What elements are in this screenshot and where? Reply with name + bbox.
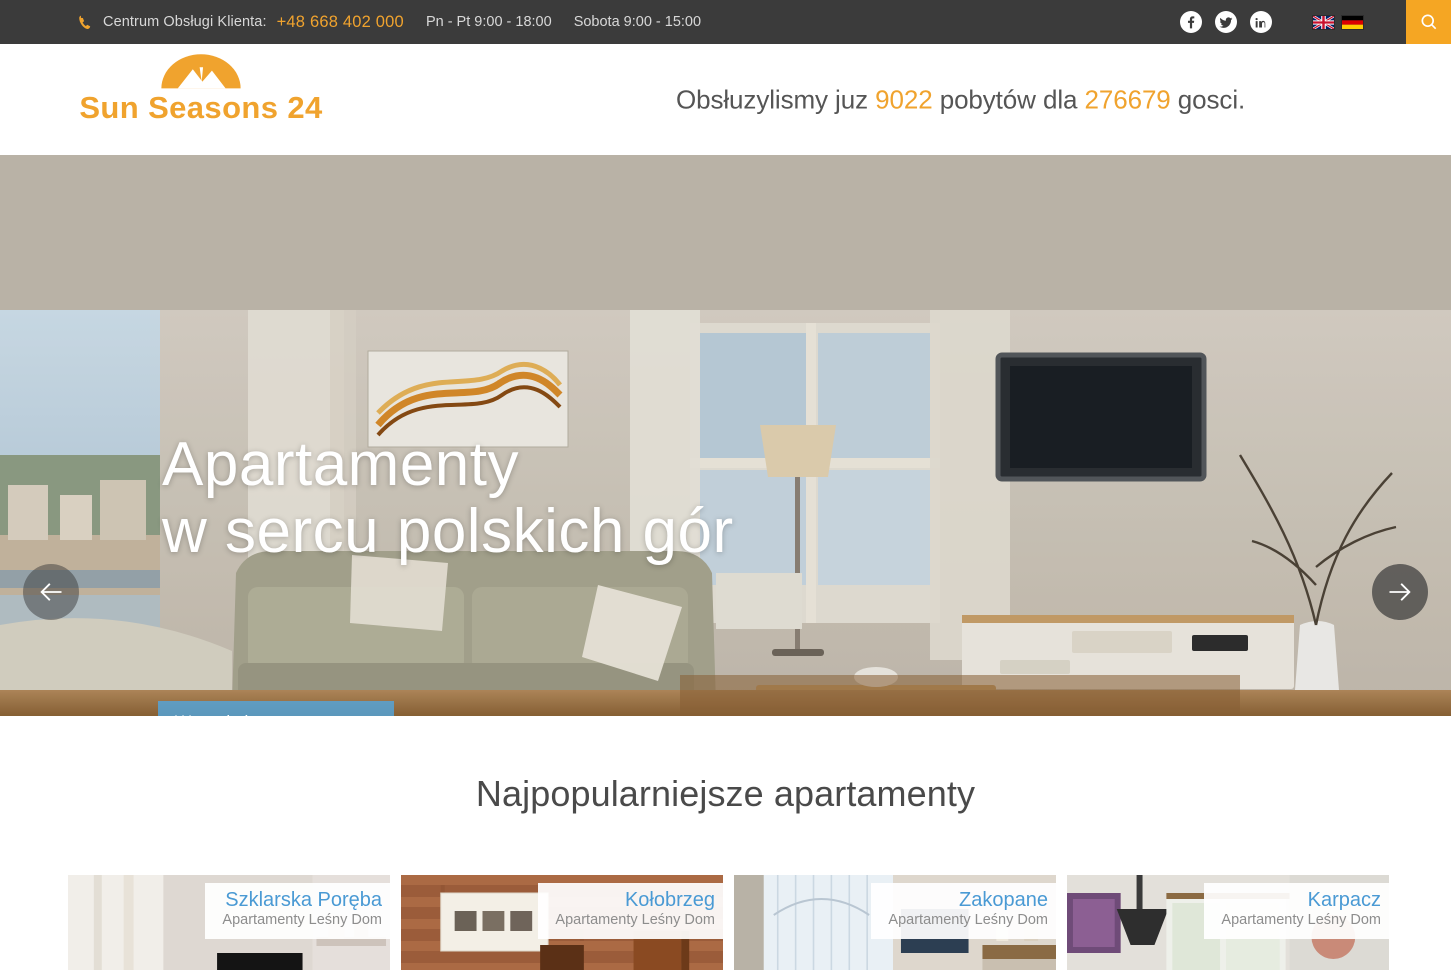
apartment-city: Zakopane xyxy=(959,889,1048,911)
top-utility-bar: Centrum Obsługi Klienta: +48 668 402 000… xyxy=(0,0,1451,44)
section-title: Najpopularniejsze apartamenty xyxy=(475,773,976,814)
hero-heading: Apartamenty w sercu polskich gór xyxy=(162,430,734,567)
apartment-card[interactable]: Zakopane Apartamenty Leśny Dom xyxy=(734,875,1056,970)
hero-carousel: Apartamenty w sercu polskich gór Wyszuka… xyxy=(0,155,1451,716)
apartment-label: Zakopane Apartamenty Leśny Dom xyxy=(871,883,1056,939)
stats-prefix: Obsłuzylismy juz xyxy=(676,84,868,114)
apartment-name: Apartamenty Leśny Dom xyxy=(555,912,715,929)
apartment-card[interactable]: Kołobrzeg Apartamenty Leśny Dom xyxy=(401,875,723,970)
apartment-label: Szklarska Poręba Apartamenty Leśny Dom xyxy=(205,883,390,939)
stats-stays-count: 9022 xyxy=(875,84,933,114)
apartment-city: Kołobrzeg xyxy=(624,889,715,911)
arrow-right-icon xyxy=(1389,583,1411,601)
site-header: Sun Seasons 24 Obsłuzylismy juz 9022 pob… xyxy=(0,44,1451,155)
carousel-next-button[interactable] xyxy=(1372,564,1428,620)
stats-middle: pobytów dla xyxy=(939,84,1078,114)
language-switcher xyxy=(1312,14,1364,30)
logo-text: Sun Seasons 24 xyxy=(79,90,323,125)
flag-de-icon[interactable] xyxy=(1341,14,1364,30)
apartment-card[interactable]: Szklarska Poręba Apartamenty Leśny Dom xyxy=(68,875,390,970)
hero-heading-line1: Apartamenty xyxy=(162,430,520,499)
apartment-name: Apartamenty Leśny Dom xyxy=(1221,912,1381,929)
apartment-search-widget: Wyszukaj apartament: Miejscowosc np. Koł… xyxy=(158,701,1294,716)
search-toggle-button[interactable] xyxy=(1406,0,1451,44)
phone-icon xyxy=(76,13,94,31)
apartment-label: Karpacz Apartamenty Leśny Dom xyxy=(1204,883,1389,939)
customer-service-phone[interactable]: +48 668 402 000 xyxy=(277,13,404,32)
carousel-prev-button[interactable] xyxy=(23,564,79,620)
apartment-name: Apartamenty Leśny Dom xyxy=(888,912,1048,929)
saturday-hours: Sobota 9:00 - 15:00 xyxy=(573,14,702,30)
arrow-left-icon xyxy=(40,583,62,601)
search-icon xyxy=(1421,14,1436,30)
search-widget-label: Wyszukaj apartament: xyxy=(158,701,394,716)
apartment-card-list: Szklarska Poręba Apartamenty Leśny Dom K… xyxy=(0,815,1451,970)
stats-line: Obsłuzylismy juz 9022 pobytów dla 276679… xyxy=(676,84,1245,115)
apartment-city: Karpacz xyxy=(1307,889,1381,911)
sun-mountain-icon xyxy=(161,54,241,89)
flag-en-icon[interactable] xyxy=(1312,14,1335,30)
contact-info: Centrum Obsługi Klienta: +48 668 402 000… xyxy=(0,13,701,32)
linkedin-icon[interactable] xyxy=(1250,11,1272,33)
popular-apartments-section: Najpopularniejsze apartamenty Szklarska … xyxy=(0,716,1451,970)
social-links xyxy=(1180,11,1272,33)
apartment-name: Apartamenty Leśny Dom xyxy=(222,912,382,929)
customer-service-label: Centrum Obsługi Klienta: xyxy=(103,14,267,30)
hero-heading-line2: w sercu polskich gór xyxy=(162,497,734,567)
weekday-hours: Pn - Pt 9:00 - 18:00 xyxy=(425,14,552,30)
apartment-city: Szklarska Poręba xyxy=(225,889,382,911)
stats-guests-count: 276679 xyxy=(1084,84,1171,114)
twitter-icon[interactable] xyxy=(1215,11,1237,33)
facebook-icon[interactable] xyxy=(1180,11,1202,33)
topbar-right-group xyxy=(1180,0,1451,44)
apartment-card[interactable]: Karpacz Apartamenty Leśny Dom xyxy=(1067,875,1389,970)
site-logo[interactable]: Sun Seasons 24 xyxy=(76,54,326,123)
apartment-label: Kołobrzeg Apartamenty Leśny Dom xyxy=(538,883,723,939)
stats-suffix: gosci. xyxy=(1177,84,1246,114)
